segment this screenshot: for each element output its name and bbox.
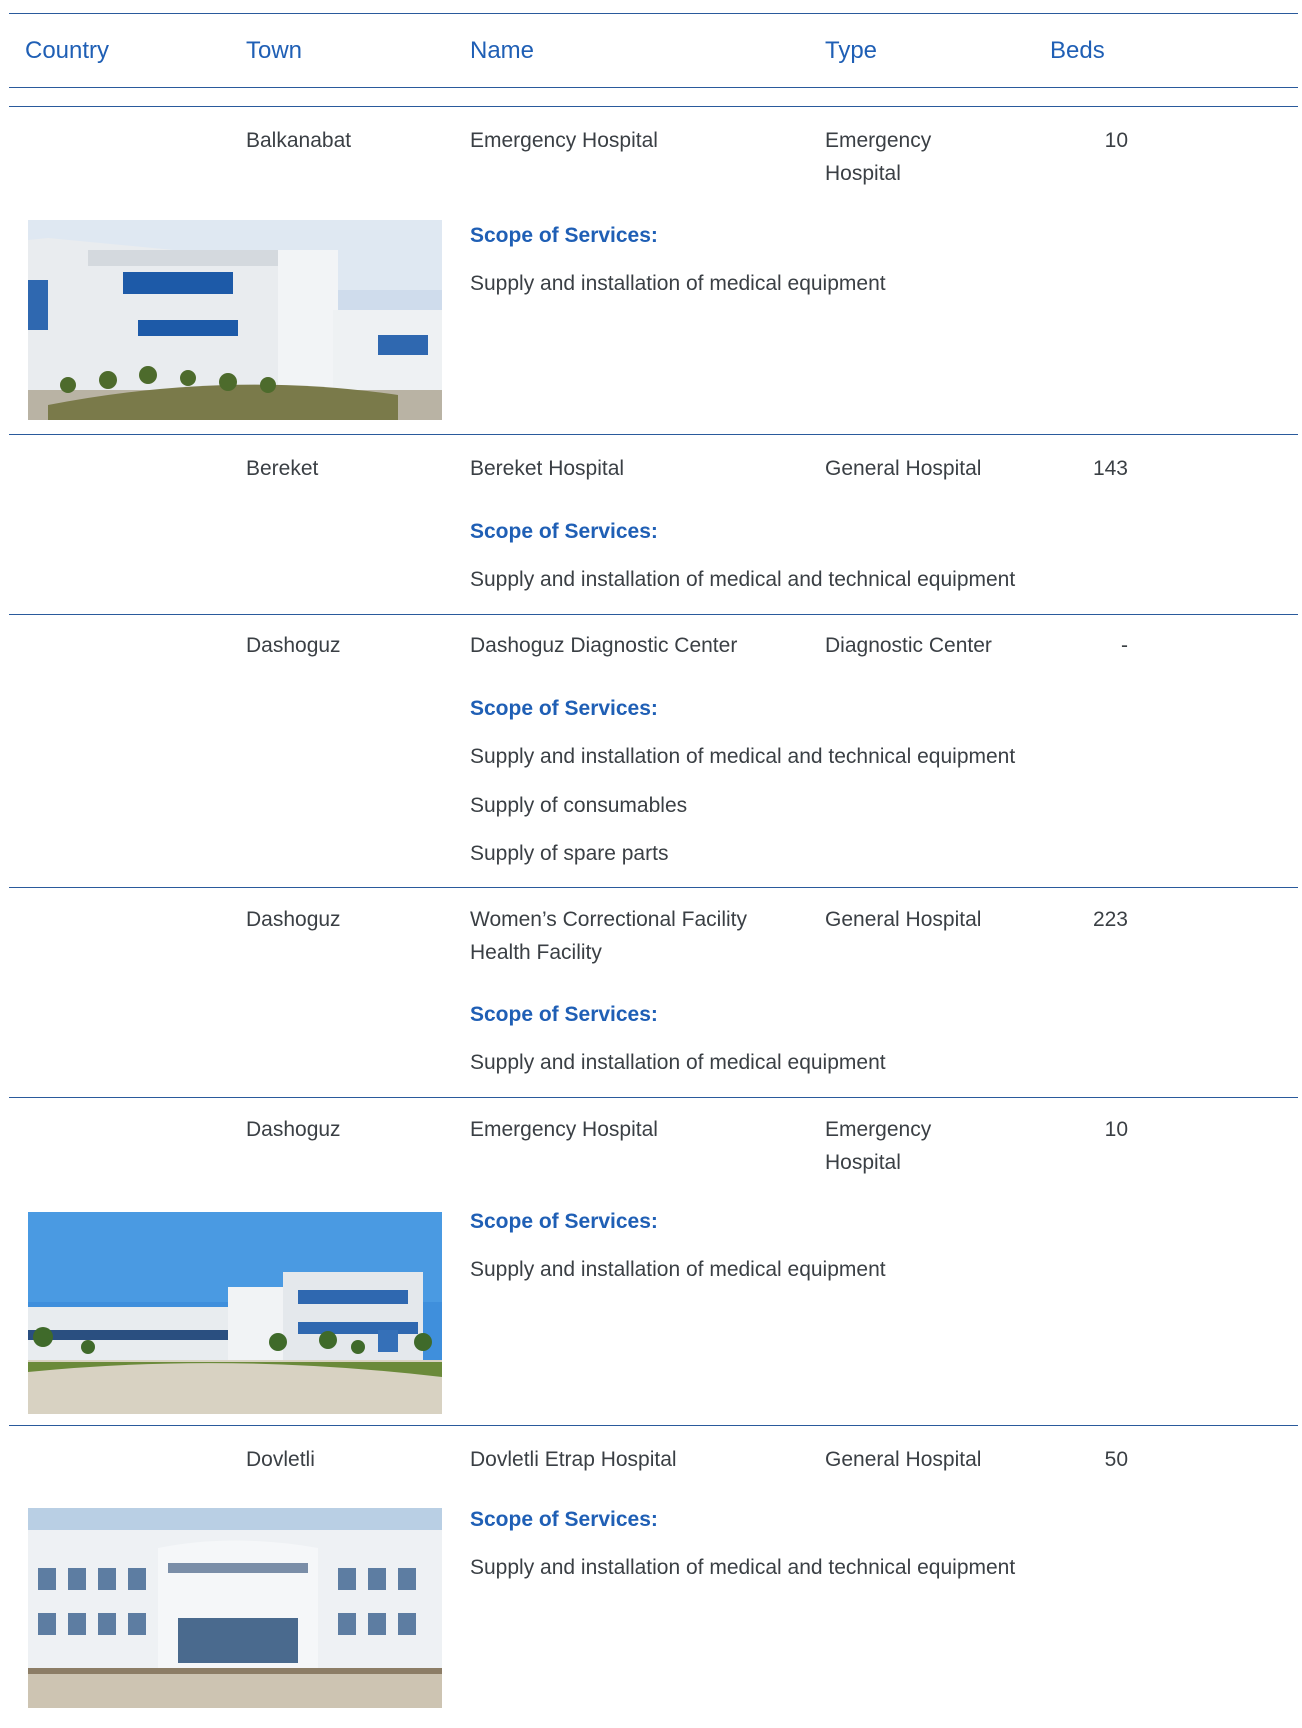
hospital-photo	[28, 1212, 442, 1414]
row-town: Dashoguz	[246, 908, 341, 931]
row-type: Emergency Hospital	[825, 129, 932, 185]
row-type: Emergency Hospital	[825, 1118, 932, 1174]
column-header-name: Name	[470, 37, 535, 64]
row-separator	[9, 1097, 1298, 1098]
scope-heading: Scope of Services:	[470, 1003, 658, 1026]
scope-heading: Scope of Services:	[470, 1508, 658, 1531]
row-town: Dashoguz	[246, 634, 341, 657]
row-name: Emergency Hospital	[470, 1118, 658, 1141]
row-separator	[9, 1425, 1298, 1426]
row-type: General Hospital	[825, 908, 982, 931]
row-town: Balkanabat	[246, 129, 352, 152]
header-bottom-rule	[9, 87, 1298, 88]
row-beds: 223	[1092, 908, 1128, 931]
row-beds: 10	[1104, 1118, 1128, 1141]
column-header-beds: Beds	[1050, 37, 1105, 64]
column-header-type: Type	[825, 37, 878, 64]
row-name: Women’s Correctional Facility Health Fac…	[470, 908, 747, 964]
row-name: Dashoguz Diagnostic Center	[470, 634, 738, 657]
service-item: Supply and installation of medical and t…	[470, 745, 1016, 768]
column-header-country: Country	[25, 37, 110, 64]
row-beds: 10	[1104, 129, 1128, 152]
service-item: Supply and installation of medical equip…	[470, 272, 886, 295]
service-item: Supply and installation of medical equip…	[470, 1051, 886, 1074]
service-item: Supply and installation of medical and t…	[470, 568, 1016, 591]
service-item: Supply and installation of medical and t…	[470, 1556, 1016, 1579]
row-name: Emergency Hospital	[470, 129, 658, 152]
column-header-town: Town	[246, 37, 303, 64]
service-item: Supply of consumables	[470, 794, 688, 817]
row-town: Bereket	[246, 457, 319, 480]
scope-heading: Scope of Services:	[470, 520, 658, 543]
row-separator	[9, 887, 1298, 888]
row-separator	[9, 614, 1298, 615]
scope-heading: Scope of Services:	[470, 1210, 658, 1233]
header-double-rule	[9, 106, 1298, 107]
row-beds: 143	[1092, 457, 1128, 480]
scope-heading: Scope of Services:	[470, 697, 658, 720]
row-beds: 50	[1104, 1448, 1128, 1471]
row-type: General Hospital	[825, 457, 982, 480]
hospital-photo	[28, 1508, 442, 1708]
row-beds: -	[1121, 634, 1128, 657]
table-top-rule	[9, 13, 1298, 14]
row-name: Dovletli Etrap Hospital	[470, 1448, 677, 1471]
row-type: General Hospital	[825, 1448, 982, 1471]
scope-heading: Scope of Services:	[470, 224, 658, 247]
row-town: Dovletli	[246, 1448, 315, 1471]
row-name: Bereket Hospital	[470, 457, 625, 480]
row-type: Diagnostic Center	[825, 634, 992, 657]
service-item: Supply and installation of medical equip…	[470, 1258, 886, 1281]
row-separator	[9, 434, 1298, 435]
service-item: Supply of spare parts	[470, 842, 669, 865]
hospital-photo	[28, 220, 442, 420]
row-town: Dashoguz	[246, 1118, 341, 1141]
